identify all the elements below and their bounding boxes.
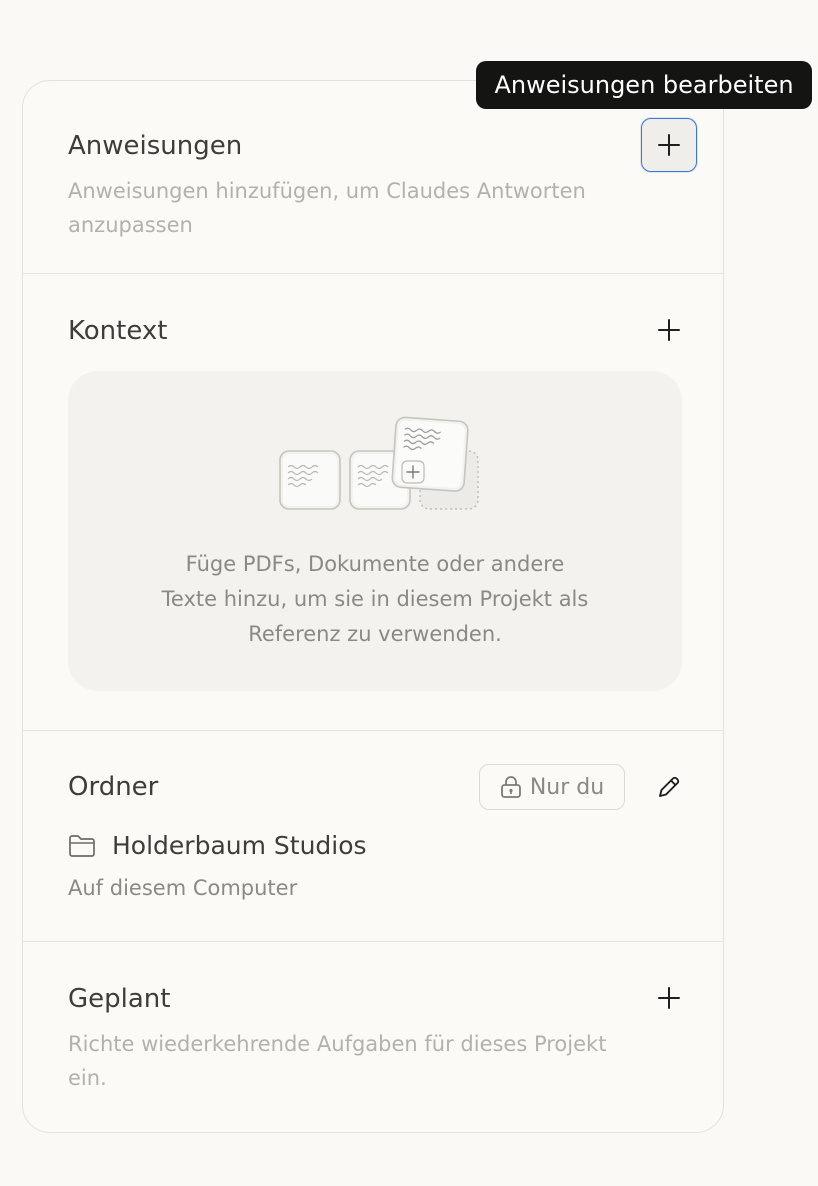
- pencil-icon: [659, 776, 680, 797]
- edit-folder-button[interactable]: [641, 760, 697, 814]
- divider: [23, 730, 723, 731]
- folder-icon: [69, 834, 95, 857]
- folder-name: Holderbaum Studios: [112, 831, 367, 860]
- scheduled-description: Richte wiederkehrende Aufgaben für diese…: [68, 1032, 607, 1090]
- scheduled-title: Geplant: [68, 984, 171, 1014]
- plus-icon: [658, 987, 680, 1009]
- folder-item[interactable]: Holderbaum Studios: [68, 831, 367, 860]
- context-dropzone[interactable]: Füge PDFs, Dokumente oder andere Texte h…: [68, 371, 682, 691]
- add-scheduled-task-button[interactable]: [641, 971, 697, 1025]
- lock-icon: [500, 776, 521, 798]
- context-empty-text: Füge PDFs, Dokumente oder andere Texte h…: [161, 552, 589, 646]
- divider: [23, 273, 723, 274]
- visibility-label: Nur du: [529, 774, 605, 800]
- instructions-description: Anweisungen hinzufügen, um Claudes Antwo…: [68, 179, 586, 237]
- project-side-panel: Anweisungen Anweisungen hinzufügen, um C…: [22, 80, 724, 1133]
- plus-icon: [658, 134, 680, 156]
- divider: [23, 941, 723, 942]
- instructions-title: Anweisungen: [68, 131, 243, 161]
- tooltip: Anweisungen bearbeiten: [476, 61, 812, 109]
- documents-illustration-icon: [279, 416, 479, 510]
- folder-title: Ordner: [68, 772, 159, 802]
- folder-location: Auf diesem Computer: [68, 876, 298, 900]
- add-instructions-button[interactable]: [641, 118, 697, 172]
- visibility-badge[interactable]: Nur du: [479, 764, 625, 810]
- context-title: Kontext: [68, 316, 168, 346]
- plus-icon: [658, 319, 680, 341]
- add-context-button[interactable]: [641, 303, 697, 357]
